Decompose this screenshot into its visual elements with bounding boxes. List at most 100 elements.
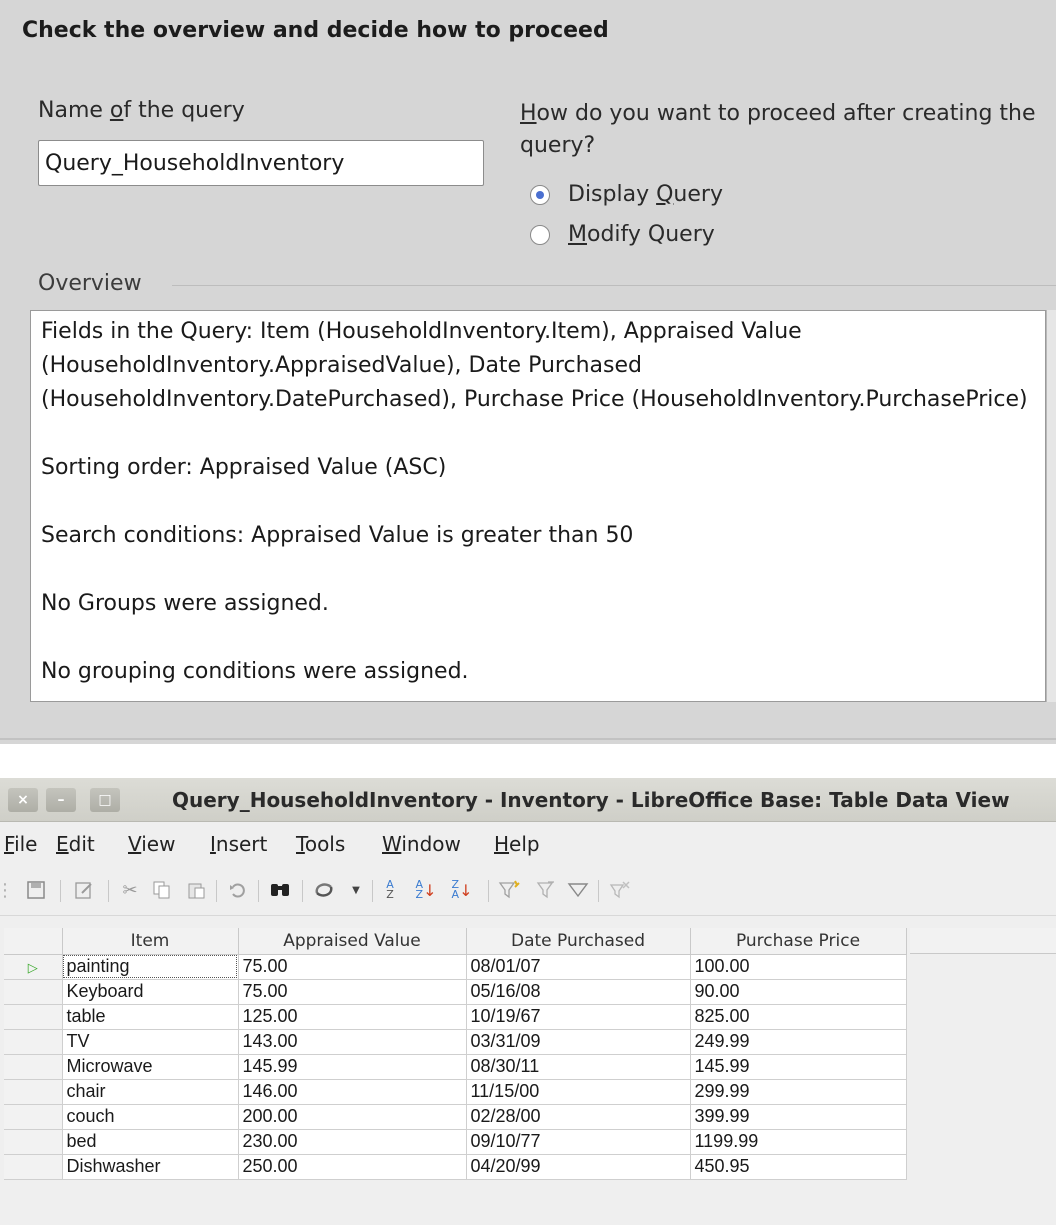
cell-date-purchased[interactable]: 05/16/08	[466, 979, 691, 1005]
maximize-button[interactable]: □	[90, 788, 120, 812]
row-header[interactable]	[4, 1054, 63, 1080]
sort-az-icon[interactable]: A Z ↓	[414, 878, 438, 902]
save-icon[interactable]	[24, 878, 48, 902]
overview-groups-text: No Groups were assigned.	[41, 591, 329, 616]
table-row[interactable]: chair 146.00 11/15/00 299.99	[4, 1079, 907, 1105]
cell-purchase-price[interactable]: 399.99	[690, 1104, 907, 1130]
row-header[interactable]	[4, 1029, 63, 1055]
modify-query-radio[interactable]: Modify Query	[530, 222, 715, 247]
autofilter-icon[interactable]	[498, 878, 522, 902]
row-header[interactable]	[4, 1154, 63, 1180]
cell-item[interactable]: Microwave	[62, 1054, 239, 1080]
cell-item[interactable]: bed	[62, 1129, 239, 1155]
cell-date-purchased[interactable]: 11/15/00	[466, 1079, 691, 1105]
cell-appraised-value[interactable]: 230.00	[238, 1129, 467, 1155]
cell-date-purchased[interactable]: 08/30/11	[466, 1054, 691, 1080]
cell-appraised-value[interactable]: 75.00	[238, 954, 467, 980]
menu-insert[interactable]: Insert	[210, 832, 267, 856]
cell-date-purchased[interactable]: 03/31/09	[466, 1029, 691, 1055]
cell-date-purchased[interactable]: 10/19/67	[466, 1004, 691, 1030]
cell-date-purchased[interactable]: 04/20/99	[466, 1154, 691, 1180]
query-name-label: Name of the query	[38, 98, 245, 123]
cell-purchase-price[interactable]: 145.99	[690, 1054, 907, 1080]
close-button[interactable]: ×	[8, 788, 38, 812]
table-row[interactable]: couch 200.00 02/28/00 399.99	[4, 1104, 907, 1130]
menu-window[interactable]: Window	[382, 832, 461, 856]
cell-item[interactable]: Dishwasher	[62, 1154, 239, 1180]
minimize-button[interactable]: –	[46, 788, 76, 812]
menu-bar: File Edit View Insert Tools Window Help	[0, 822, 1056, 866]
cell-item[interactable]: painting	[62, 954, 239, 980]
row-header[interactable]	[4, 1004, 63, 1030]
sort-za-icon[interactable]: Z A ↓	[450, 878, 474, 902]
edit-icon[interactable]	[72, 878, 96, 902]
paste-icon[interactable]	[184, 878, 208, 902]
cell-purchase-price[interactable]: 450.95	[690, 1154, 907, 1180]
sort-ascending-icon[interactable]: AZ	[378, 878, 402, 902]
cell-item[interactable]: chair	[62, 1079, 239, 1105]
query-wizard-summary-page: Check the overview and decide how to pro…	[0, 0, 1056, 744]
grid-header-filler	[910, 928, 1056, 954]
standard-filter-icon[interactable]	[534, 878, 558, 902]
cell-purchase-price[interactable]: 90.00	[690, 979, 907, 1005]
column-header-appraised-value[interactable]: Appraised Value	[238, 928, 467, 955]
row-header[interactable]	[4, 979, 63, 1005]
overview-search-text: Search conditions: Appraised Value is gr…	[41, 523, 634, 548]
refresh-icon[interactable]	[312, 878, 336, 902]
cell-item[interactable]: TV	[62, 1029, 239, 1055]
menu-help[interactable]: Help	[494, 832, 540, 856]
column-header-date-purchased[interactable]: Date Purchased	[466, 928, 691, 955]
table-row[interactable]: TV 143.00 03/31/09 249.99	[4, 1029, 907, 1055]
menu-edit[interactable]: Edit	[56, 832, 95, 856]
cell-purchase-price[interactable]: 825.00	[690, 1004, 907, 1030]
cell-appraised-value[interactable]: 145.99	[238, 1054, 467, 1080]
table-row[interactable]: Microwave 145.99 08/30/11 145.99	[4, 1054, 907, 1080]
cell-purchase-price[interactable]: 299.99	[690, 1079, 907, 1105]
menu-file[interactable]: File	[4, 832, 37, 856]
find-icon[interactable]	[268, 878, 292, 902]
cell-purchase-price[interactable]: 249.99	[690, 1029, 907, 1055]
corner-header[interactable]	[4, 928, 63, 955]
cell-appraised-value[interactable]: 200.00	[238, 1104, 467, 1130]
display-query-radio[interactable]: Display Query	[530, 182, 723, 207]
cell-purchase-price[interactable]: 100.00	[690, 954, 907, 980]
filter-icon[interactable]	[566, 878, 590, 902]
cell-date-purchased[interactable]: 08/01/07	[466, 954, 691, 980]
cell-item[interactable]: couch	[62, 1104, 239, 1130]
copy-icon[interactable]	[150, 878, 174, 902]
query-name-input[interactable]	[38, 140, 484, 186]
column-header-item[interactable]: Item	[62, 928, 239, 955]
cell-appraised-value[interactable]: 143.00	[238, 1029, 467, 1055]
menu-tools[interactable]: Tools	[296, 832, 345, 856]
cell-appraised-value[interactable]: 125.00	[238, 1004, 467, 1030]
overview-textbox[interactable]: Fields in the Query: Item (HouseholdInve…	[30, 310, 1046, 702]
overview-scrollbar[interactable]	[1046, 310, 1056, 702]
toolbar-grip-icon[interactable]: ⋮	[0, 878, 14, 902]
query-result-grid: Item Appraised Value Date Purchased Purc…	[4, 928, 907, 1180]
column-header-purchase-price[interactable]: Purchase Price	[690, 928, 907, 955]
menu-view[interactable]: View	[128, 832, 175, 856]
undo-icon[interactable]	[226, 878, 250, 902]
refresh-dropdown-icon[interactable]: ▼	[344, 878, 368, 902]
current-row-icon: ▷	[27, 960, 38, 975]
cell-appraised-value[interactable]: 75.00	[238, 979, 467, 1005]
row-header[interactable]	[4, 1104, 63, 1130]
table-row[interactable]: Keyboard 75.00 05/16/08 90.00	[4, 979, 907, 1005]
table-row[interactable]: ▷ painting 75.00 08/01/07 100.00	[4, 954, 907, 980]
cut-icon[interactable]: ✂	[118, 878, 142, 902]
cell-appraised-value[interactable]: 146.00	[238, 1079, 467, 1105]
row-header[interactable]	[4, 1079, 63, 1105]
grid-header-row: Item Appraised Value Date Purchased Purc…	[4, 928, 907, 955]
cell-item[interactable]: table	[62, 1004, 239, 1030]
remove-filter-icon[interactable]	[608, 878, 632, 902]
row-header[interactable]: ▷	[4, 954, 63, 980]
cell-date-purchased[interactable]: 09/10/77	[466, 1129, 691, 1155]
cell-appraised-value[interactable]: 250.00	[238, 1154, 467, 1180]
cell-date-purchased[interactable]: 02/28/00	[466, 1104, 691, 1130]
table-row[interactable]: Dishwasher 250.00 04/20/99 450.95	[4, 1154, 907, 1180]
cell-purchase-price[interactable]: 1199.99	[690, 1129, 907, 1155]
table-row[interactable]: table 125.00 10/19/67 825.00	[4, 1004, 907, 1030]
row-header[interactable]	[4, 1129, 63, 1155]
cell-item[interactable]: Keyboard	[62, 979, 239, 1005]
table-row[interactable]: bed 230.00 09/10/77 1199.99	[4, 1129, 907, 1155]
